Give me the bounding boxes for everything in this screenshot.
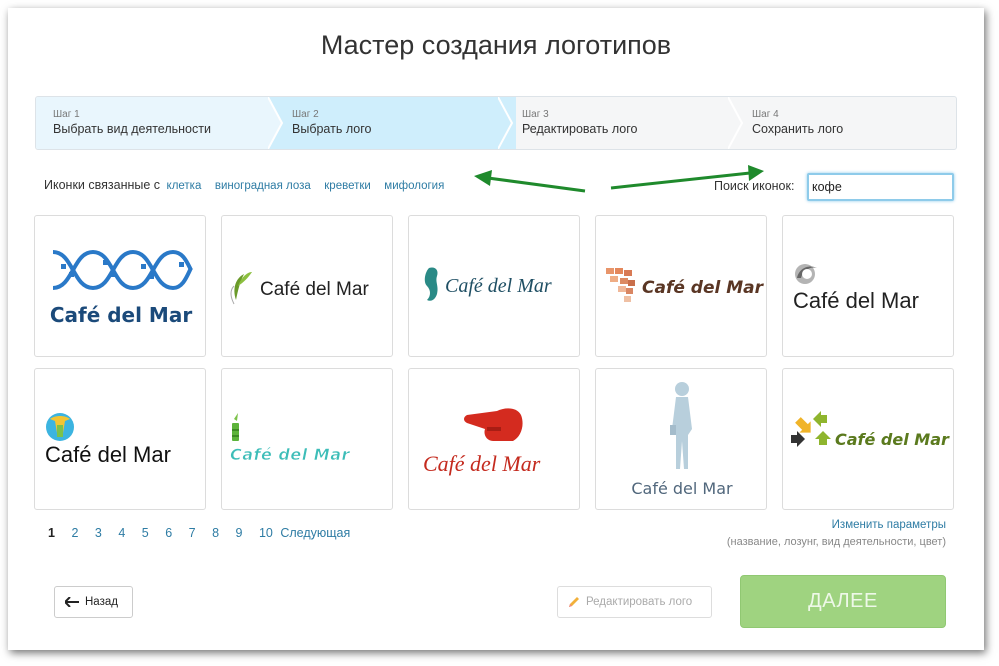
logo-option-4[interactable]: Café del Mar [595,215,767,357]
logo-text: Café del Mar [260,279,369,300]
edit-logo-button[interactable]: Редактировать лого [557,586,712,618]
logo-text: Café del Mar [445,275,552,297]
related-tag-link[interactable]: мифология [384,180,444,192]
related-tag-link[interactable]: клетка [167,180,202,192]
page-link[interactable]: 7 [189,526,196,540]
step-3-label: Редактировать лого [522,122,638,136]
logo-preview: Café del Mar [791,411,950,449]
back-button[interactable]: Назад [54,586,133,618]
step-4-number: Шаг 4 [752,109,779,120]
annotation-arrow-left [474,170,586,193]
dna-helix-icon [52,249,193,291]
related-tag-link[interactable]: виноградная лоза [215,180,311,192]
logo-option-5[interactable]: Café del Mar [782,215,954,357]
seahorse-icon [424,267,438,301]
step-2[interactable]: Шаг 2 Выбрать лого [268,97,516,149]
step-3[interactable]: Шаг 3 Редактировать лого [498,97,748,149]
swirl-globe-icon [795,264,817,284]
logo-text: Café del Mar [642,278,765,298]
page-link[interactable]: 9 [236,526,243,540]
related-icons: Иконки связанные с клетка виноградная ло… [44,178,444,192]
step-3-number: Шаг 3 [522,109,549,120]
step-1-label: Выбрать вид деятельности [53,122,211,136]
logo-option-1[interactable]: Café del Mar [34,215,206,357]
logo-text: Café del Mar [50,303,193,327]
woman-silhouette-icon [670,382,692,469]
logo-option-8[interactable]: Café del Mar [408,368,580,510]
step-2-label: Выбрать лого [292,122,372,136]
step-separator [728,97,744,149]
logo-preview: Café del Mar [230,413,351,464]
logo-option-3[interactable]: Café del Mar [408,215,580,357]
logo-preview: Café del Mar [606,268,765,302]
step-separator [268,97,284,149]
page-link[interactable]: 10 [259,526,273,540]
logo-preview: Café del Mar [793,264,919,313]
arrow-left-icon [65,597,79,607]
logo-option-7[interactable]: Café del Mar [221,368,393,510]
logo-preview: Café del Mar [424,267,552,301]
step-separator [498,97,514,149]
logo-option-6[interactable]: Café del Mar [34,368,206,510]
change-parameters-hint: (название, лозунг, вид деятельности, цве… [726,536,946,548]
logo-text: Café del Mar [793,288,919,313]
page-link[interactable]: 3 [95,526,102,540]
arrows-cross-icon [791,411,831,447]
logo-preview: Café del Mar [230,272,369,305]
logo-text: Café del Mar [423,451,541,476]
page-link[interactable]: 5 [142,526,149,540]
step-1[interactable]: Шаг 1 Выбрать вид деятельности [36,97,282,149]
change-parameters-link[interactable]: Изменить параметры [832,519,946,531]
step-1-number: Шаг 1 [53,109,80,120]
next-button[interactable]: ДАЛЕЕ [740,575,946,628]
logo-preview: Café del Mar [50,249,193,327]
page-link[interactable]: 6 [165,526,172,540]
page-title: Мастер создания логотипов [320,30,672,60]
icon-search-input[interactable] [807,173,954,201]
bamboo-icon [232,413,239,441]
page-link[interactable]: 2 [71,526,78,540]
logo-text: Café del Mar [631,479,733,498]
step-4-label: Сохранить лого [752,122,844,136]
globe-icon [46,413,74,441]
pointing-hand-icon [464,408,523,441]
pagination: 1 2 3 4 5 6 7 8 9 10 Следующая [48,526,363,540]
logo-preview: Café del Mar [45,413,171,467]
step-4[interactable]: Шаг 4 Сохранить лого [728,97,956,149]
pencil-icon [569,597,579,607]
edit-logo-button-label: Редактировать лого [586,596,693,608]
logo-text: Café del Mar [835,430,950,449]
step-2-number: Шаг 2 [292,109,319,120]
logo-preview: Café del Mar [423,408,541,476]
back-button-label: Назад [85,596,118,608]
logo-text: Café del Mar [45,442,171,467]
logo-wizard-window: Мастер создания логотипов Шаг 1 Выбрать … [8,8,984,650]
logo-text: Café del Mar [230,445,351,464]
page-link-current[interactable]: 1 [48,526,55,540]
fan-tiles-icon [606,268,635,302]
leaf-sprout-icon [230,272,252,305]
related-icons-label: Иконки связанные с [44,178,161,192]
next-page-link[interactable]: Следующая [280,526,350,540]
logo-option-9[interactable]: Café del Mar [595,368,767,510]
page-link[interactable]: 4 [118,526,125,540]
related-tag-link[interactable]: креветки [324,180,371,192]
logo-preview: Café del Mar [631,382,733,498]
page-link[interactable]: 8 [212,526,219,540]
wizard-steps: Шаг 1 Выбрать вид деятельности Шаг 2 Выб… [35,96,957,150]
logo-option-10[interactable]: Café del Mar [782,368,954,510]
search-label: Поиск иконок: [714,179,795,193]
logo-option-2[interactable]: Café del Mar [221,215,393,357]
